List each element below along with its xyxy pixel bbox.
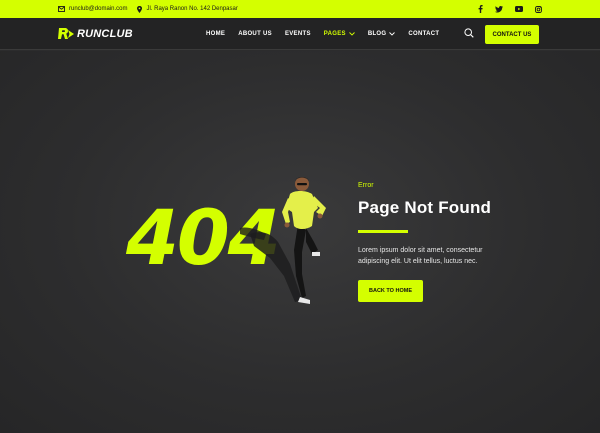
nav-contact[interactable]: CONTACT — [408, 31, 439, 37]
email-info[interactable]: runclub@domain.com — [58, 6, 127, 12]
main-header: RUNCLUB HOME ABOUT US EVENTS PAGES BLOG … — [0, 18, 600, 50]
runclub-logo-icon — [58, 27, 74, 39]
instagram-icon[interactable] — [535, 5, 542, 13]
site-logo[interactable]: RUNCLUB — [58, 27, 133, 40]
title-underline — [358, 230, 408, 233]
envelope-icon — [58, 6, 65, 12]
top-info-bar: runclub@domain.com Jl. Raya Ranon No. 14… — [0, 0, 600, 18]
search-icon[interactable] — [464, 28, 474, 38]
nav-about-us-label[interactable]: ABOUT US — [238, 31, 272, 37]
address-text: Jl. Raya Ranon No. 142 Denpasar — [146, 6, 238, 12]
nav-pages-label[interactable]: PAGES — [324, 31, 346, 37]
twitter-icon[interactable] — [495, 5, 503, 13]
nav-home[interactable]: HOME — [206, 31, 225, 37]
nav-contact-label[interactable]: CONTACT — [408, 31, 439, 37]
map-pin-icon — [137, 5, 143, 13]
nav-blog[interactable]: BLOG — [368, 31, 396, 37]
nav-blog-label[interactable]: BLOG — [368, 31, 387, 37]
social-links — [478, 5, 542, 13]
page-title: Page Not Found — [358, 198, 492, 217]
back-to-home-button[interactable]: BACK TO HOME — [358, 280, 423, 302]
error-label: Error — [358, 182, 374, 189]
contact-us-button[interactable]: CONTACT US — [485, 25, 539, 44]
nav-events-label[interactable]: EVENTS — [285, 31, 311, 37]
nav-events[interactable]: EVENTS — [285, 31, 311, 37]
nav-about-us[interactable]: ABOUT US — [238, 31, 272, 37]
youtube-icon[interactable] — [515, 6, 523, 12]
chevron-down-icon — [389, 32, 396, 36]
runner-image — [240, 177, 326, 304]
facebook-icon[interactable] — [478, 5, 483, 13]
address-info: Jl. Raya Ranon No. 142 Denpasar — [137, 5, 238, 13]
email-text[interactable]: runclub@domain.com — [69, 6, 127, 12]
nav-pages[interactable]: PAGES — [324, 31, 355, 37]
error-description: Lorem ipsum dolor sit amet, consectetur … — [358, 247, 483, 265]
nav-home-label[interactable]: HOME — [206, 31, 225, 37]
main-nav: HOME ABOUT US EVENTS PAGES BLOG CONTACT — [206, 18, 439, 50]
logo-text[interactable]: RUNCLUB — [77, 28, 133, 40]
chevron-down-icon — [348, 32, 355, 36]
